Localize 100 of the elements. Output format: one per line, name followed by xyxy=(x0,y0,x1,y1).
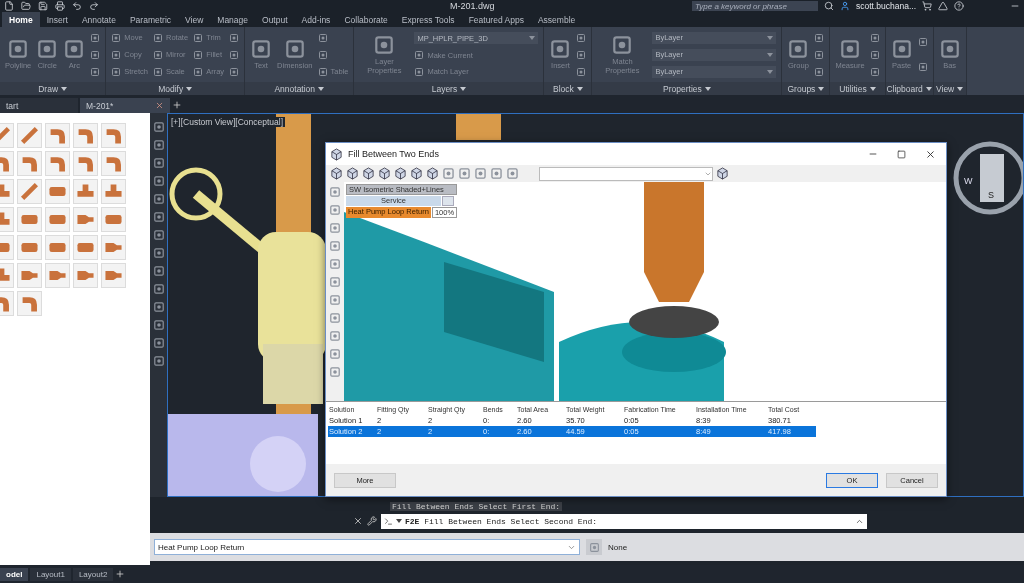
fitting-thumbnail[interactable] xyxy=(73,151,98,176)
panel-title-bar[interactable]: Block xyxy=(544,82,592,95)
cube-icon[interactable] xyxy=(330,147,343,161)
tool-icon[interactable] xyxy=(152,283,165,295)
ribbon-tab[interactable]: Assemble xyxy=(530,12,583,27)
tool-icon[interactable] xyxy=(193,32,204,43)
tool-icon[interactable] xyxy=(814,32,825,43)
tool-icon[interactable] xyxy=(152,247,165,259)
tool-icon[interactable] xyxy=(576,66,587,77)
user-icon[interactable] xyxy=(840,1,850,11)
fitting-thumbnail[interactable] xyxy=(45,151,70,176)
file-icon[interactable] xyxy=(4,1,14,11)
ribbon-tab[interactable]: Insert xyxy=(39,12,75,27)
tool-icon[interactable] xyxy=(152,175,165,187)
fitting-thumbnail[interactable] xyxy=(45,207,70,232)
ribbon-tab[interactable]: Home xyxy=(2,12,40,27)
ribbon-tab[interactable]: Parametric xyxy=(122,12,178,27)
fitting-thumbnail[interactable] xyxy=(101,123,126,148)
redo-icon[interactable] xyxy=(89,1,99,11)
fitting-thumbnail[interactable] xyxy=(73,263,98,288)
fitting-thumbnail[interactable] xyxy=(101,151,126,176)
cube-icon[interactable] xyxy=(346,167,359,180)
tool-icon[interactable] xyxy=(814,49,825,60)
tool-icon[interactable] xyxy=(329,222,341,234)
close-icon[interactable] xyxy=(925,148,936,160)
document-tab[interactable]: tart xyxy=(0,98,78,113)
tool-icon[interactable] xyxy=(283,38,306,61)
tool-icon[interactable] xyxy=(153,32,164,43)
tool-icon[interactable] xyxy=(229,66,240,77)
fitting-thumbnail[interactable] xyxy=(17,123,42,148)
tool-icon[interactable] xyxy=(329,348,341,360)
panel-title-bar[interactable]: Properties xyxy=(592,82,782,95)
panel-title[interactable]: Annotation xyxy=(274,83,316,94)
undo-icon[interactable] xyxy=(72,1,82,11)
tool-icon[interactable] xyxy=(193,49,204,60)
panel-title[interactable]: Block xyxy=(553,83,574,94)
tool-icon[interactable] xyxy=(373,34,396,57)
tool-icon[interactable] xyxy=(787,38,810,61)
cube-icon[interactable] xyxy=(716,167,729,180)
search-icon[interactable] xyxy=(824,1,834,11)
tool-icon[interactable] xyxy=(111,66,122,77)
ribbon-tab[interactable]: Annotate xyxy=(74,12,123,27)
caret-icon[interactable] xyxy=(396,519,402,523)
tool-icon[interactable] xyxy=(229,49,240,60)
cube-icon[interactable] xyxy=(410,167,423,180)
tool-icon[interactable] xyxy=(63,38,86,61)
tool-icon[interactable] xyxy=(317,66,328,77)
help-icon[interactable] xyxy=(954,1,964,11)
tool-icon[interactable] xyxy=(152,121,165,133)
panel-title[interactable]: Draw xyxy=(38,83,59,94)
fitting-thumbnail[interactable] xyxy=(101,207,126,232)
tool-icon[interactable] xyxy=(111,32,122,43)
fitting-thumbnail[interactable] xyxy=(101,179,126,204)
panel-title-bar[interactable]: Groups xyxy=(782,82,830,95)
tool-icon[interactable] xyxy=(458,167,471,180)
document-tab[interactable]: M-201* xyxy=(80,98,170,113)
ribbon-tab[interactable]: Express Tools xyxy=(394,12,462,27)
tool-icon[interactable] xyxy=(152,301,165,313)
tool-icon[interactable] xyxy=(153,49,164,60)
panel-title[interactable]: Modify xyxy=(158,83,184,94)
tool-icon[interactable] xyxy=(329,240,341,252)
panel-title-bar[interactable]: Annotation xyxy=(245,82,354,95)
caret-icon[interactable] xyxy=(818,86,825,91)
fitting-thumbnail[interactable] xyxy=(45,123,70,148)
service-combo[interactable]: Heat Pump Loop Return xyxy=(154,539,580,555)
folder-icon[interactable] xyxy=(21,1,31,11)
tool-icon[interactable] xyxy=(193,66,204,77)
caret-icon[interactable] xyxy=(318,86,325,91)
fitting-thumbnail[interactable] xyxy=(17,263,42,288)
cube-icon[interactable] xyxy=(362,167,375,180)
fitting-thumbnail[interactable] xyxy=(45,263,70,288)
panel-title-bar[interactable]: Clipboard xyxy=(885,82,933,95)
close-icon[interactable] xyxy=(353,516,363,526)
fitting-thumbnail[interactable] xyxy=(73,179,98,204)
tool-icon[interactable] xyxy=(490,167,503,180)
tool-icon[interactable] xyxy=(152,337,165,349)
tool-icon[interactable] xyxy=(329,204,341,216)
tool-icon[interactable] xyxy=(152,157,165,169)
tool-icon[interactable] xyxy=(111,49,122,60)
user-name[interactable]: scott.buchana... xyxy=(856,1,916,11)
tool-icon[interactable] xyxy=(839,38,862,61)
fitting-thumbnail[interactable] xyxy=(101,263,126,288)
tool-icon[interactable] xyxy=(329,186,341,198)
tool-icon[interactable] xyxy=(7,38,30,61)
panel-title[interactable]: Groups xyxy=(787,83,816,94)
triangle-icon[interactable] xyxy=(938,1,948,11)
fitting-thumbnail[interactable] xyxy=(45,179,70,204)
cube-icon[interactable] xyxy=(330,167,343,180)
tool-icon[interactable] xyxy=(814,66,825,77)
fitting-thumbnail[interactable] xyxy=(73,123,98,148)
tool-icon[interactable] xyxy=(329,276,341,288)
drawing-viewport[interactable] xyxy=(167,113,1024,497)
tool-icon[interactable] xyxy=(576,49,587,60)
tool-icon[interactable] xyxy=(890,38,913,61)
caret-icon[interactable] xyxy=(460,86,467,91)
cube-icon[interactable] xyxy=(426,167,439,180)
layout-tab[interactable]: Layout2 xyxy=(72,567,114,581)
ribbon-tab[interactable]: Add-ins xyxy=(294,12,338,27)
maximize-icon[interactable] xyxy=(897,149,906,159)
tool-icon[interactable] xyxy=(506,167,519,180)
